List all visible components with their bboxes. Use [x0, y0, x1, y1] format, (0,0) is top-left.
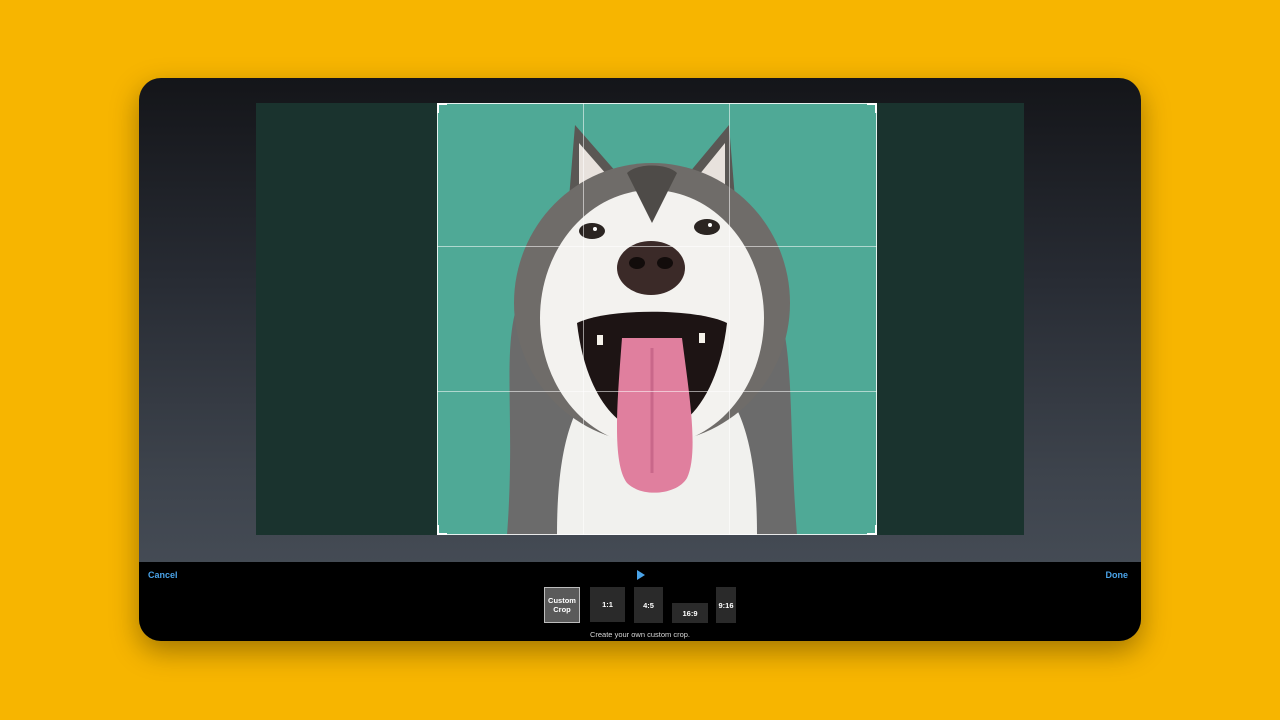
- aspect-1-1-button[interactable]: 1:1: [590, 587, 625, 622]
- crop-editor-window: Cancel Done Custom Crop 1:1 4:5 16:9 9:1…: [139, 78, 1141, 641]
- aspect-custom-crop-button[interactable]: Custom Crop: [544, 587, 580, 623]
- photo-crop-area[interactable]: [437, 103, 877, 535]
- crop-handle-bottom-right[interactable]: [867, 525, 877, 535]
- cancel-button[interactable]: Cancel: [148, 570, 178, 580]
- crop-handle-bottom-left[interactable]: [437, 525, 447, 535]
- done-button[interactable]: Done: [1106, 570, 1129, 580]
- aspect-4-5-button[interactable]: 4:5: [634, 587, 663, 623]
- crop-frame[interactable]: [437, 103, 877, 535]
- play-icon[interactable]: [637, 570, 645, 580]
- aspect-9-16-button[interactable]: 9:16: [716, 587, 736, 623]
- crop-toolbar: Cancel Done Custom Crop 1:1 4:5 16:9 9:1…: [139, 562, 1141, 641]
- crop-handle-top-right[interactable]: [867, 103, 877, 113]
- crop-handle-top-left[interactable]: [437, 103, 447, 113]
- crop-stage: [256, 103, 1024, 535]
- aspect-16-9-button[interactable]: 16:9: [672, 603, 708, 623]
- crop-hint-text: Create your own custom crop.: [589, 630, 691, 639]
